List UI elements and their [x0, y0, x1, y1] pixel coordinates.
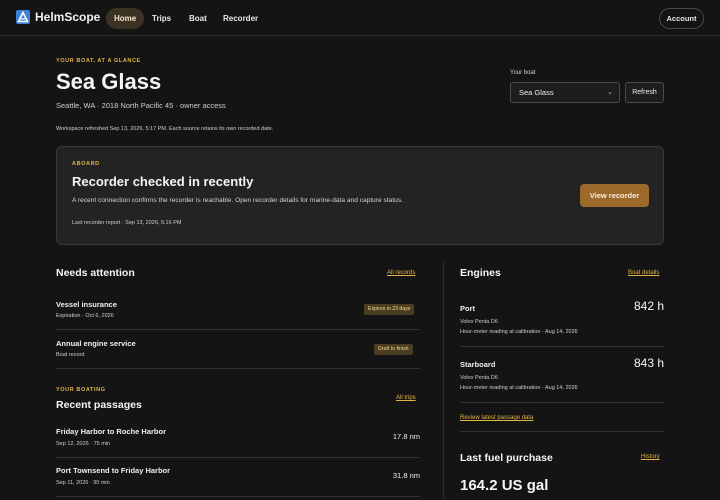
- refresh-button[interactable]: Refresh: [625, 82, 664, 103]
- engine-hours: 843 h: [633, 356, 664, 370]
- attention-item-sub: Boat record: [56, 352, 85, 358]
- passage-distance: 31.8 nm: [392, 471, 420, 480]
- divider: [460, 431, 664, 432]
- app-name: HelmScope: [35, 10, 101, 24]
- fuel-amount: 164.2 US gal: [460, 477, 549, 494]
- tab-boat[interactable]: Boat: [189, 8, 207, 29]
- engine-hours: 842 h: [633, 299, 664, 313]
- app-logo[interactable]: HelmScope: [16, 10, 100, 24]
- all-trips-link[interactable]: All trips: [396, 395, 416, 401]
- tab-recorder[interactable]: Recorder: [223, 8, 258, 29]
- engine-name: Starboard: [460, 360, 496, 369]
- tab-trips[interactable]: Trips: [152, 8, 171, 29]
- passage-sub: Sep 11, 2026 · 90 min: [56, 480, 110, 486]
- divider: [460, 346, 664, 347]
- column-divider: [443, 262, 444, 500]
- passage-title: Port Townsend to Friday Harbor: [56, 466, 171, 475]
- aboard-title: Recorder checked in recently: [72, 174, 254, 189]
- boat-select-label: Your boat: [510, 70, 536, 76]
- top-nav: HelmScope Home Trips Boat Recorder Accou…: [0, 0, 720, 36]
- engine-note: Hour-meter reading at calibration · Aug …: [460, 329, 578, 335]
- refresh-status: Workspace refreshed Sep 13, 2026, 5:17 P…: [56, 126, 274, 132]
- attention-item-title: Vessel insurance: [56, 300, 117, 309]
- boat-select-value: Sea Glass: [519, 88, 554, 97]
- boat-meta: Seattle, WA · 2018 North Pacific 45 · ow…: [56, 101, 226, 110]
- status-badge: Expires in 23 days: [364, 304, 415, 315]
- aboard-eyebrow: ABOARD: [72, 161, 100, 167]
- divider: [56, 329, 420, 330]
- chevron-down-icon: ⌄: [607, 89, 613, 96]
- passages-eyebrow: YOUR BOATING: [56, 387, 106, 393]
- hero-eyebrow: YOUR BOAT, AT A GLANCE: [56, 58, 141, 64]
- logo-icon: [16, 10, 30, 24]
- divider: [56, 368, 420, 369]
- tab-home[interactable]: Home: [106, 8, 145, 29]
- account-button[interactable]: Account: [659, 8, 704, 29]
- engine-note: Hour-meter reading at calibration · Aug …: [460, 385, 578, 391]
- boat-select[interactable]: Sea Glass ⌄: [510, 82, 620, 103]
- recorder-report-time: Last recorder report · Sep 13, 2026, 5:1…: [72, 220, 182, 226]
- status-badge: Draft to finish: [374, 344, 413, 355]
- boat-details-link[interactable]: Boat details: [628, 270, 659, 276]
- divider: [56, 496, 420, 497]
- engine-name: Port: [460, 304, 475, 313]
- divider: [460, 402, 664, 403]
- attention-item-sub: Expiration · Oct 6, 2026: [56, 313, 114, 319]
- engines-title: Engines: [460, 267, 501, 279]
- fuel-title: Last fuel purchase: [460, 452, 553, 464]
- engine-model: Volvo Penta D6: [460, 319, 498, 325]
- fuel-history-link[interactable]: History: [641, 454, 660, 460]
- passage-title: Friday Harbor to Roche Harbor: [56, 427, 167, 436]
- attention-item-title: Annual engine service: [56, 339, 136, 348]
- review-passage-link[interactable]: Review latest passage data: [460, 415, 533, 421]
- passages-title: Recent passages: [56, 399, 142, 411]
- attention-title: Needs attention: [56, 267, 135, 279]
- aboard-description: A recent connection confirms the recorde…: [72, 197, 403, 204]
- passage-distance: 17.8 nm: [392, 432, 420, 441]
- divider: [56, 457, 420, 458]
- view-recorder-button[interactable]: View recorder: [580, 184, 649, 207]
- engine-model: Volvo Penta D6: [460, 375, 498, 381]
- all-records-link[interactable]: All records: [387, 270, 415, 276]
- aboard-card: ABOARD Recorder checked in recently A re…: [56, 146, 664, 245]
- passage-sub: Sep 12, 2026 · 75 min: [56, 441, 111, 447]
- page-title: Sea Glass: [56, 69, 162, 94]
